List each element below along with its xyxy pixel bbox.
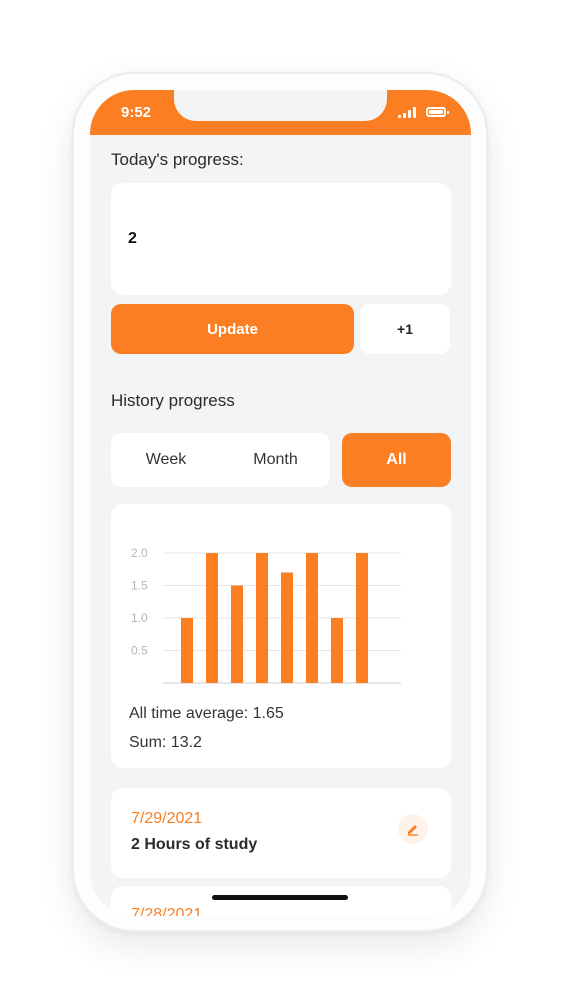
y-tick-label: 0.5	[131, 644, 148, 658]
chart-bar	[206, 553, 218, 683]
status-bar: 9:52	[90, 90, 471, 135]
tab-all[interactable]: All	[342, 433, 451, 487]
entry-date: 7/28/2021	[131, 906, 203, 916]
signal-icon	[398, 107, 418, 118]
history-entry[interactable]: 7/29/2021 2 Hours of study	[111, 788, 451, 878]
average-text: All time average: 1.65	[129, 705, 284, 722]
today-heading: Today's progress:	[111, 150, 244, 169]
entry-date: 7/29/2021	[131, 810, 203, 827]
tab-week[interactable]: Week	[111, 433, 221, 487]
y-tick-label: 1.5	[131, 579, 148, 593]
notch	[174, 90, 387, 121]
chart-bar	[306, 553, 318, 683]
range-tabs: Week Month	[111, 433, 330, 487]
home-indicator	[212, 895, 348, 900]
chart-bar	[331, 618, 343, 683]
y-tick-label: 1.0	[131, 611, 148, 625]
today-value: 2	[128, 230, 137, 247]
pencil-icon	[408, 825, 418, 836]
entry-text: 2 Hours of study	[131, 836, 258, 853]
battery-icon	[426, 107, 449, 117]
increment-button[interactable]: +1	[360, 304, 450, 354]
tab-month[interactable]: Month	[221, 433, 330, 487]
chart-bar	[281, 572, 293, 683]
update-button[interactable]: Update	[111, 304, 354, 354]
chart-bar	[231, 585, 243, 683]
today-value-field[interactable]: 2	[111, 183, 451, 295]
history-bar-chart: 0.5 1.0 1.5 2.0	[131, 546, 401, 684]
edit-button[interactable]	[398, 814, 428, 844]
history-chart-card: 0.5 1.0 1.5 2.0 All time average: 1.65 Sum:…	[111, 504, 451, 768]
history-heading: History progress	[111, 391, 235, 410]
chart-bar	[256, 553, 268, 683]
app-screen: 9:52 Today's progress: 2 Update +1 Histo…	[90, 90, 471, 916]
y-tick-label: 2.0	[131, 546, 148, 560]
status-time: 9:52	[121, 104, 152, 121]
chart-bar	[181, 618, 193, 683]
history-entry[interactable]: 7/28/2021	[111, 886, 451, 916]
chart-bar	[356, 553, 368, 683]
sum-text: Sum: 13.2	[129, 734, 202, 751]
